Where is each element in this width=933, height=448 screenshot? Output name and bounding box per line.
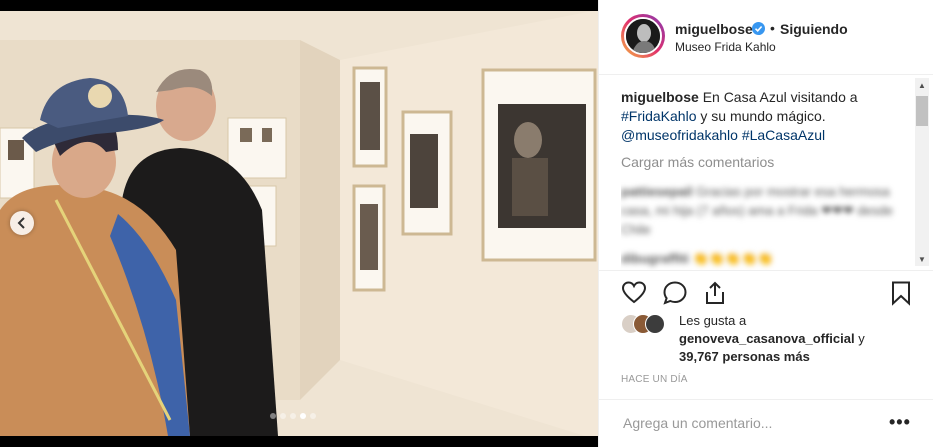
carousel-prev-button[interactable] [10,211,34,235]
load-more-comments-button[interactable]: Cargar más comentarios [621,153,909,172]
comments-list: miguelbose En Casa Azul visitando a #Fri… [621,88,909,270]
carousel-dot [270,413,276,419]
header-separator: • [770,20,775,36]
share-icon[interactable] [702,280,728,306]
add-comment-box: ••• [599,399,933,448]
carousel-dot [310,413,316,419]
likes-suffix[interactable]: personas más [722,349,809,364]
comments-scrollbar[interactable]: ▲ ▼ [915,78,929,266]
comment-item: dibugraffiti 👏👏👏👏👏 [621,249,909,268]
comment-username[interactable]: pattiesepail [621,184,693,199]
chevron-left-icon [17,217,25,229]
photo-bottom-bar [0,436,598,447]
likes-text: Les gusta a genoveva_casanova_official y… [679,312,909,366]
liker-avatars [621,314,673,334]
caption: miguelbose En Casa Azul visitando a #Fri… [621,88,909,145]
verified-badge-icon [752,22,765,35]
carousel-dot-active [300,413,306,419]
more-options-button[interactable]: ••• [889,412,911,433]
caption-text-2: y su mundo mágico. [700,108,826,124]
comment-input[interactable] [621,414,875,432]
caption-text-1: En Casa Azul visitando a [702,89,858,105]
museum-scene-image [0,0,598,447]
post-photo[interactable] [0,0,598,447]
scrollbar-thumb[interactable] [916,96,928,126]
scroll-down-arrow-icon[interactable]: ▼ [915,252,929,266]
post-timestamp[interactable]: HACE UN DÍA [621,374,688,385]
comment-text: 👏👏👏👏👏 [692,251,774,266]
action-bar [599,270,933,311]
likes-connector: y [858,331,865,346]
bookmark-icon[interactable] [888,280,914,306]
story-ring[interactable] [621,14,665,58]
header-username[interactable]: miguelbose [675,21,753,37]
comment-username[interactable]: dibugraffiti [621,251,689,266]
hashtag-link[interactable]: #FridaKahlo [621,108,697,124]
avatar-image [626,19,660,53]
avatar[interactable] [624,17,662,55]
post-header: miguelbose • Siguiendo Museo Frida Kahlo [599,0,933,75]
carousel-dot [280,413,286,419]
hashtag-link[interactable]: #LaCasaAzul [742,127,825,143]
caption-username[interactable]: miguelbose [621,89,699,105]
avatar [645,314,665,334]
location-link[interactable]: Museo Frida Kahlo [675,40,776,54]
photo-top-bar [0,0,598,11]
mention-link[interactable]: @museofridakahlo [621,127,738,143]
likes-prefix: Les gusta a [679,313,747,328]
carousel-dots [270,413,316,419]
following-button[interactable]: Siguiendo [780,21,848,37]
heart-icon[interactable] [621,280,647,306]
scroll-up-arrow-icon[interactable]: ▲ [915,78,929,92]
comment-icon[interactable] [662,280,688,306]
comment-item: pattiesepail Gracias por mostrar esa her… [621,182,909,239]
carousel-dot [290,413,296,419]
likes-count[interactable]: 39,767 [679,349,719,364]
post-side-panel: miguelbose • Siguiendo Museo Frida Kahlo… [598,0,933,447]
liker-username[interactable]: genoveva_casanova_official [679,331,855,346]
